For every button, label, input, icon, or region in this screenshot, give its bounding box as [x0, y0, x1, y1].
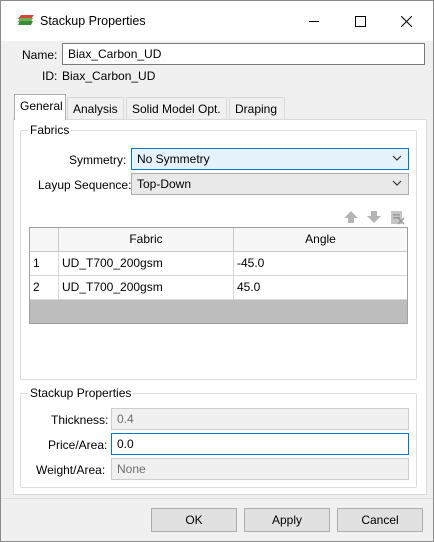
chevron-down-icon	[392, 180, 402, 186]
layup-sequence-value: Top-Down	[137, 177, 192, 191]
fabrics-table: Fabric Angle 1 UD_T700_200gsm -45.0 2 UD…	[29, 227, 408, 324]
weight-area-field: None	[111, 458, 409, 480]
close-icon	[400, 15, 412, 27]
chevron-down-icon	[392, 155, 402, 161]
row-index: 2	[30, 276, 59, 299]
weight-area-label: Weight/Area:	[36, 463, 106, 477]
move-down-icon[interactable]	[366, 209, 382, 225]
layup-sequence-select[interactable]: Top-Down	[131, 173, 409, 195]
move-up-icon[interactable]	[343, 209, 359, 225]
angle-cell[interactable]: 45.0	[234, 276, 407, 299]
button-bar-separator	[1, 498, 433, 499]
symmetry-value: No Symmetry	[137, 152, 210, 166]
symmetry-label: Symmetry:	[69, 153, 127, 167]
price-area-field[interactable]: 0.0	[111, 433, 409, 455]
ok-button[interactable]: OK	[151, 508, 237, 532]
window-title: Stackup Properties	[40, 14, 146, 28]
delete-row-icon[interactable]	[389, 209, 405, 225]
close-button[interactable]	[383, 1, 429, 41]
minimize-icon	[308, 20, 319, 22]
maximize-icon	[354, 15, 366, 27]
fabric-cell[interactable]: UD_T700_200gsm	[59, 276, 234, 299]
thickness-label: Thickness:	[51, 413, 109, 427]
minimize-button[interactable]	[291, 1, 337, 41]
tab-general[interactable]: General	[14, 94, 66, 120]
column-header-index	[30, 228, 59, 251]
price-area-label: Price/Area:	[48, 438, 108, 452]
tab-analysis[interactable]: Analysis	[67, 97, 124, 119]
stackup-app-icon	[18, 15, 34, 25]
id-value: Biax_Carbon_UD	[62, 69, 156, 83]
layup-sequence-label: Layup Sequence:	[38, 178, 132, 192]
cancel-button[interactable]: Cancel	[337, 508, 423, 532]
symmetry-select[interactable]: No Symmetry	[131, 148, 409, 170]
table-header: Fabric Angle	[30, 228, 407, 252]
column-header-angle[interactable]: Angle	[234, 228, 407, 251]
name-label: Name:	[22, 48, 58, 62]
fabric-cell[interactable]: UD_T700_200gsm	[59, 252, 234, 275]
thickness-field: 0.4	[111, 408, 409, 430]
stackup-properties-dialog: Stackup Properties Name: Biax_Carbon_UD …	[0, 0, 434, 542]
table-row[interactable]: 2 UD_T700_200gsm 45.0	[30, 276, 407, 300]
title-bar: Stackup Properties	[1, 1, 433, 41]
apply-button[interactable]: Apply	[244, 508, 330, 532]
angle-cell[interactable]: -45.0	[234, 252, 407, 275]
id-label: ID:	[42, 69, 58, 83]
stackup-properties-group-title: Stackup Properties	[28, 386, 134, 400]
maximize-button[interactable]	[337, 1, 383, 41]
table-row[interactable]: 1 UD_T700_200gsm -45.0	[30, 252, 407, 276]
tab-solid-model-opt[interactable]: Solid Model Opt.	[126, 97, 227, 119]
column-header-fabric[interactable]: Fabric	[59, 228, 234, 251]
tab-draping[interactable]: Draping	[229, 97, 285, 119]
row-index: 1	[30, 252, 59, 275]
name-field[interactable]: Biax_Carbon_UD	[62, 43, 425, 65]
fabrics-group-title: Fabrics	[28, 123, 72, 137]
